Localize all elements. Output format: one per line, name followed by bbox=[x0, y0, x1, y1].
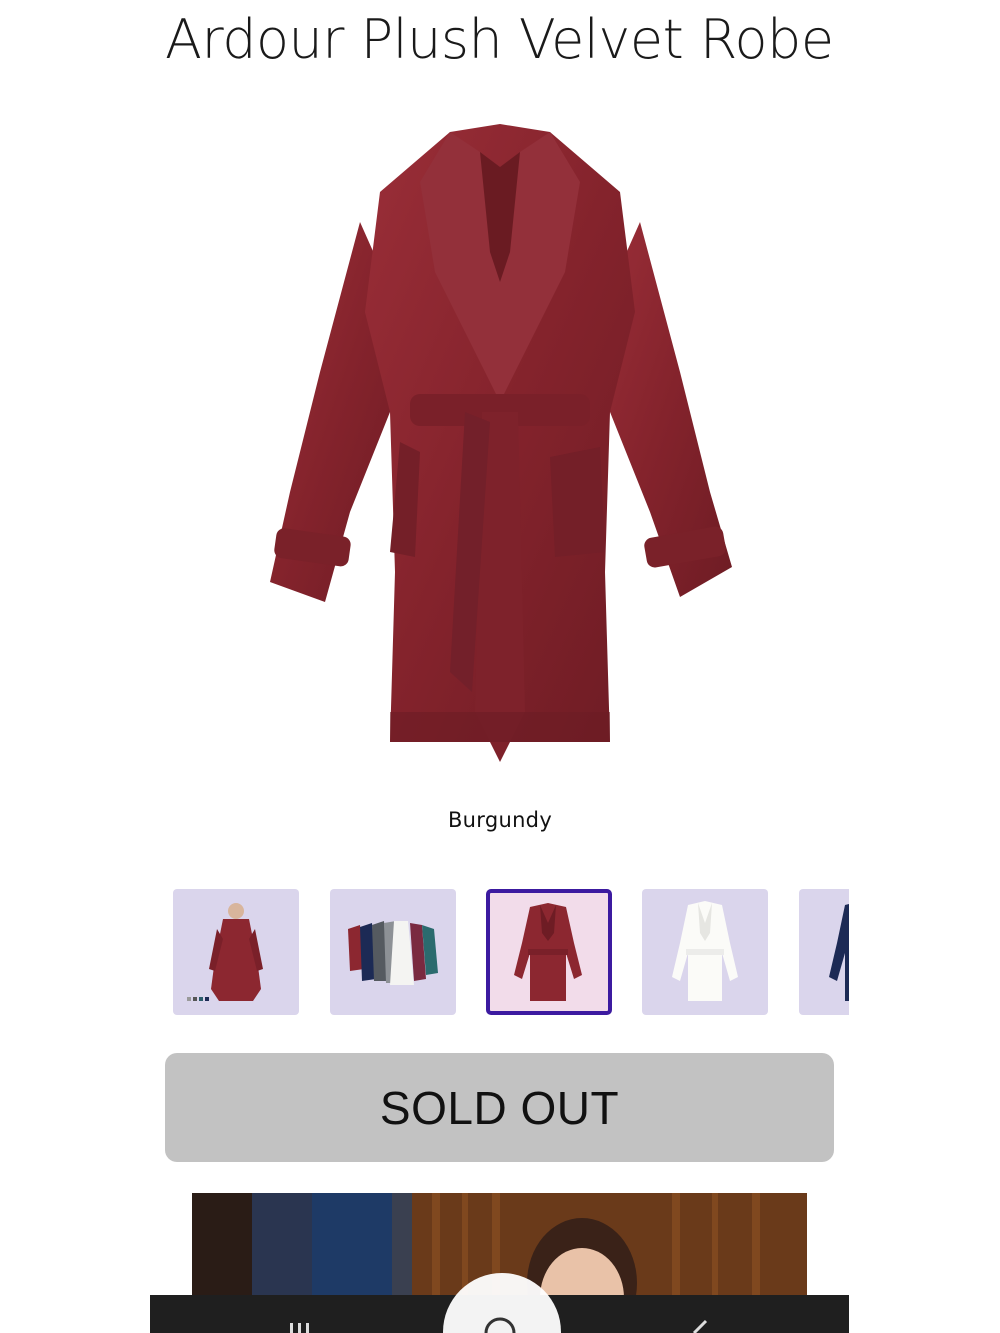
sold-out-button[interactable]: SOLD OUT bbox=[165, 1053, 834, 1162]
thumbnail-navy[interactable] bbox=[799, 889, 849, 1015]
white-thumbnail-image bbox=[672, 901, 738, 1001]
product-main-image[interactable] bbox=[250, 112, 750, 777]
thumbnail-white[interactable] bbox=[642, 889, 768, 1015]
thumbnail-all-colors[interactable] bbox=[330, 889, 456, 1015]
navy-thumbnail-image bbox=[829, 904, 849, 1001]
burgundy-robe-image bbox=[270, 124, 732, 762]
thumbnail-model-burgundy[interactable] bbox=[173, 889, 299, 1015]
thumbnail-carousel[interactable] bbox=[173, 889, 849, 1016]
thumbnail-burgundy[interactable] bbox=[486, 889, 612, 1015]
selected-color-label: Burgundy bbox=[447, 808, 553, 832]
recent-apps-icon[interactable] bbox=[280, 1317, 320, 1333]
lineup-thumbnail-image bbox=[348, 921, 438, 985]
burgundy-thumbnail-image bbox=[514, 903, 582, 1001]
model-robe-thumbnail-image bbox=[187, 903, 263, 1001]
home-icon[interactable] bbox=[480, 1317, 520, 1333]
product-title: Ardour Plush Velvet Robe bbox=[165, 8, 834, 71]
system-navigation-bar bbox=[150, 1273, 849, 1333]
back-icon[interactable] bbox=[680, 1317, 720, 1333]
